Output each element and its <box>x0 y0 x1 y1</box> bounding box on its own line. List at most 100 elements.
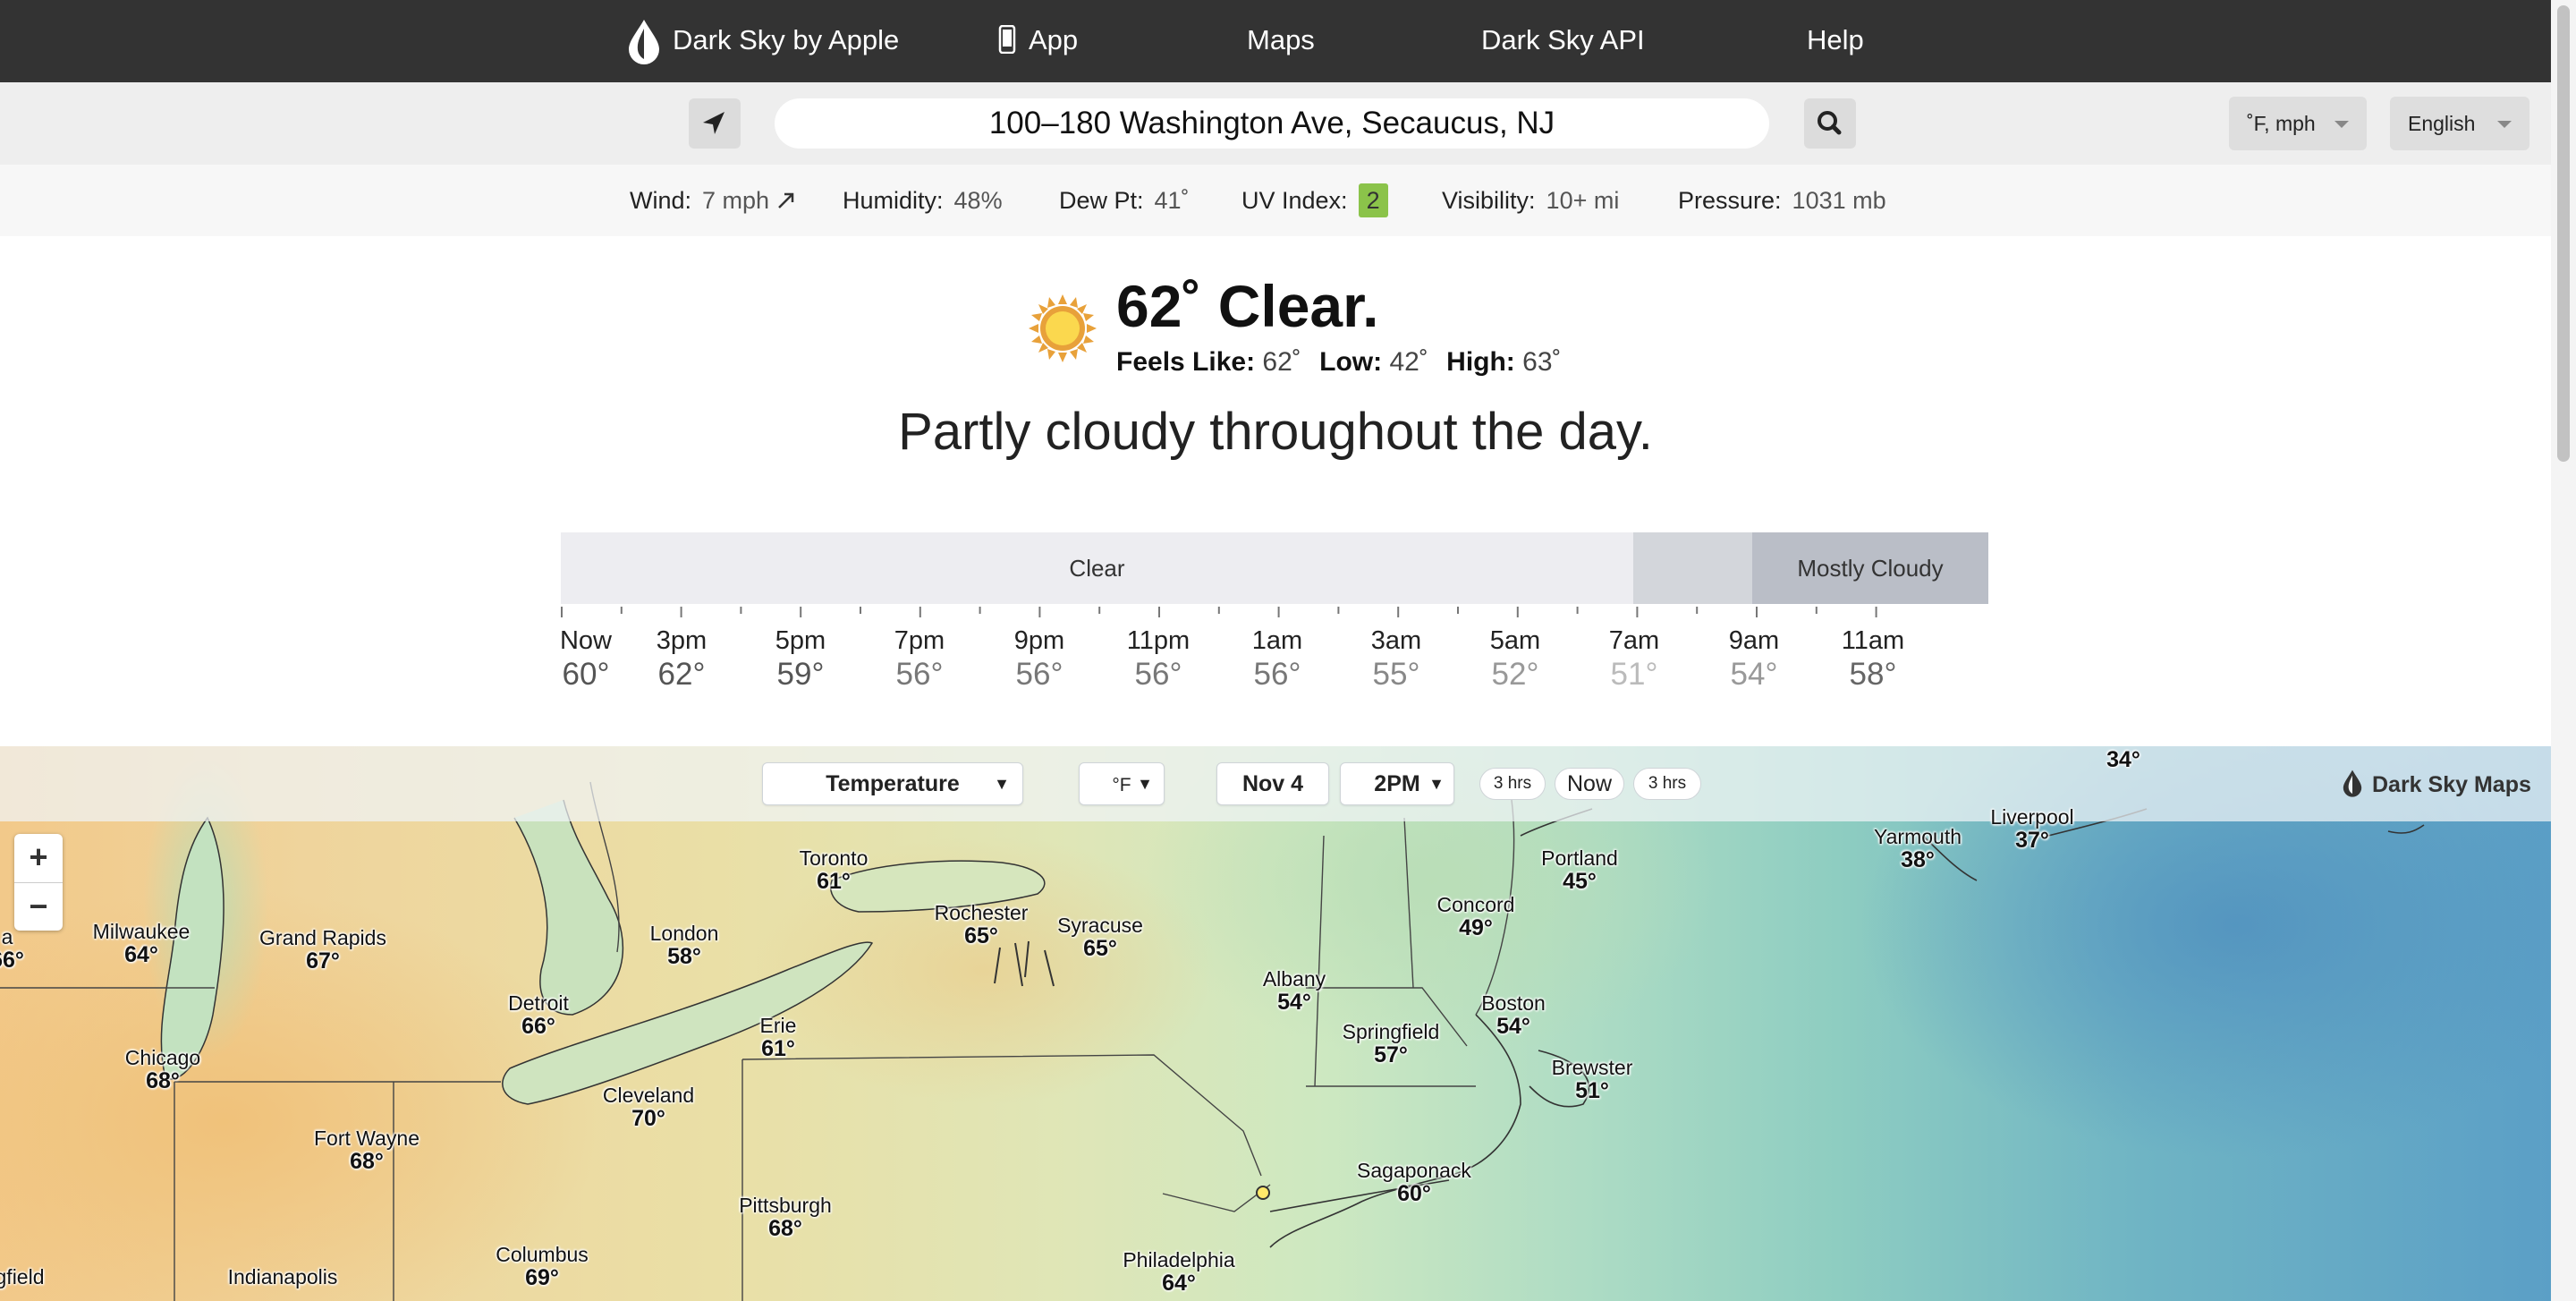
map-step-back-button[interactable]: 3 hrs <box>1479 768 1546 800</box>
visibility-label: Visibility: <box>1442 187 1536 214</box>
map-city-label: Yarmouth 38° <box>1874 825 1962 872</box>
city-name: Brewster <box>1551 1056 1633 1079</box>
city-temperature: 65° <box>1083 936 1117 961</box>
map-layer-label: Temperature <box>826 771 960 796</box>
hour-temperature: 62° <box>657 657 706 692</box>
hour-forecast[interactable]: 11pm 56° <box>1109 625 1208 693</box>
zoom-in-button[interactable]: + <box>14 834 63 883</box>
city-temperature: 66° <box>521 1014 555 1039</box>
nav-item-maps[interactable]: Maps <box>1247 0 1315 82</box>
hour-forecast[interactable]: 9am 54° <box>1705 625 1803 693</box>
hour-forecast[interactable]: 7pm 56° <box>870 625 969 693</box>
dark-sky-maps-label: Dark Sky Maps <box>2372 772 2531 797</box>
map-city-label: Philadelphia 64° <box>1123 1248 1234 1295</box>
city-temperature: 45° <box>1563 869 1597 894</box>
city-temperature: 49° <box>1459 915 1493 940</box>
map-city-label: Columbus 69° <box>496 1243 589 1289</box>
uv-index-badge: 2 <box>1358 183 1388 217</box>
hour-forecast[interactable]: 3am 55° <box>1347 625 1445 693</box>
hour-temperature: 58° <box>1849 657 1897 692</box>
hour-temperature: 60° <box>562 657 610 692</box>
hour-forecast[interactable]: 1am 56° <box>1228 625 1326 693</box>
city-temperature: 61° <box>817 869 851 894</box>
chevron-down-icon: ▼ <box>994 775 1010 793</box>
map-city-label: Grand Rapids 67° <box>259 926 386 973</box>
city-temperature: 70° <box>631 1106 665 1131</box>
map-time-select[interactable]: 2PM ▼ <box>1340 762 1454 805</box>
city-temperature: 58° <box>667 944 701 969</box>
hour-forecast[interactable]: 5am 52° <box>1466 625 1564 693</box>
nav-brand[interactable]: Dark Sky by Apple <box>673 0 899 82</box>
city-temperature: 66° <box>0 948 24 973</box>
hour-label: 7pm <box>894 626 945 655</box>
scrollbar-thumb[interactable] <box>2557 5 2570 462</box>
map-now-button[interactable]: Now <box>1555 768 1624 800</box>
hour-temperature: 56° <box>1015 657 1063 692</box>
wind-direction-arrow-icon <box>777 192 793 208</box>
units-select-label: ˚F, mph <box>2247 112 2316 135</box>
map-unit-select[interactable]: °F ▼ <box>1079 762 1165 805</box>
hour-forecast[interactable]: 3pm 62° <box>632 625 731 693</box>
zoom-out-button[interactable]: − <box>14 883 63 931</box>
sun-icon <box>1029 294 1097 362</box>
nav-item-api[interactable]: Dark Sky API <box>1481 0 1645 82</box>
weather-map[interactable]: Temperature ▼ °F ▼ Nov 4 2PM ▼ 3 hrs Now… <box>0 746 2551 1301</box>
city-name: Toronto <box>799 846 869 870</box>
locate-button[interactable] <box>689 98 741 149</box>
map-date-button[interactable]: Nov 4 <box>1216 762 1329 805</box>
daily-summary-text: Partly cloudy throughout the day. <box>898 403 1653 461</box>
hour-forecast[interactable]: 7am 51° <box>1585 625 1683 693</box>
nav-item-app[interactable]: App <box>998 0 1078 82</box>
map-city-label: Pittsburgh 68° <box>739 1194 832 1240</box>
city-temperature: 69° <box>525 1265 559 1290</box>
visibility-value: 10+ mi <box>1546 187 1620 214</box>
map-toolbar: Temperature ▼ °F ▼ Nov 4 2PM ▼ 3 hrs Now… <box>0 746 2551 821</box>
humidity-condition: Humidity: 48% <box>843 183 1003 218</box>
units-select[interactable]: ˚F, mph <box>2229 97 2367 150</box>
nav-item-help[interactable]: Help <box>1807 0 1864 82</box>
map-city-label: Erie 61° <box>760 1014 797 1060</box>
city-name: a <box>1 925 13 948</box>
map-layer-select[interactable]: Temperature ▼ <box>762 762 1023 805</box>
hour-forecast[interactable]: 9pm 56° <box>990 625 1089 693</box>
map-city-label: Chicago 68° <box>125 1046 200 1093</box>
current-temperature-title: 62˚ Clear. <box>1116 273 1379 339</box>
temperature-map-layer <box>0 746 2551 1301</box>
map-city-label: a66° <box>0 925 24 972</box>
hourly-timeline-bar[interactable]: Clear Mostly Cloudy <box>561 532 1988 604</box>
hour-temperature: 52° <box>1491 657 1539 692</box>
hour-temperature: 56° <box>1253 657 1301 692</box>
city-name: London <box>649 922 719 945</box>
current-conditions-bar: Wind: 7 mph Humidity: 48% Dew Pt: 41˚ UV In… <box>0 165 2551 236</box>
city-name: Chicago <box>124 1046 201 1069</box>
hour-label: 3pm <box>656 626 708 655</box>
visibility-condition: Visibility: 10+ mi <box>1442 183 1619 218</box>
search-button[interactable] <box>1804 98 1856 149</box>
hour-label: 7am <box>1608 626 1660 655</box>
city-name: Rochester <box>934 901 1029 924</box>
city-temperature: 65° <box>964 923 998 948</box>
location-arrow-icon <box>703 112 724 134</box>
hour-forecast[interactable]: 11am 58° <box>1824 625 1922 693</box>
map-city-label: Liverpool 37° <box>1990 805 2073 852</box>
language-select[interactable]: English <box>2390 97 2529 150</box>
search-input[interactable] <box>775 98 1769 149</box>
dew-point-label: Dew Pt: <box>1059 187 1144 214</box>
map-step-forward-button[interactable]: 3 hrs <box>1633 768 1701 800</box>
city-temperature: 51° <box>1575 1078 1609 1103</box>
map-city-label: Rochester 65° <box>935 901 1029 948</box>
wind-value: 7 mph <box>702 187 770 214</box>
city-name: Springfield <box>1342 1020 1440 1043</box>
city-temperature: 57° <box>1374 1042 1408 1067</box>
hour-forecast[interactable]: Now 60° <box>537 625 635 693</box>
page-scrollbar[interactable] <box>2551 0 2576 1301</box>
map-city-label: Albany 54° <box>1263 967 1326 1014</box>
city-temperature: 38° <box>1901 847 1935 872</box>
uv-index-label: UV Index: <box>1241 187 1348 214</box>
humidity-value: 48% <box>953 187 1003 214</box>
dew-point-condition: Dew Pt: 41˚ <box>1059 183 1190 218</box>
city-temperature: 68° <box>146 1068 180 1093</box>
city-temperature: 68° <box>768 1216 802 1241</box>
hour-forecast[interactable]: 5pm 59° <box>751 625 850 693</box>
dark-sky-maps-link[interactable]: Dark Sky Maps <box>2342 768 2531 802</box>
